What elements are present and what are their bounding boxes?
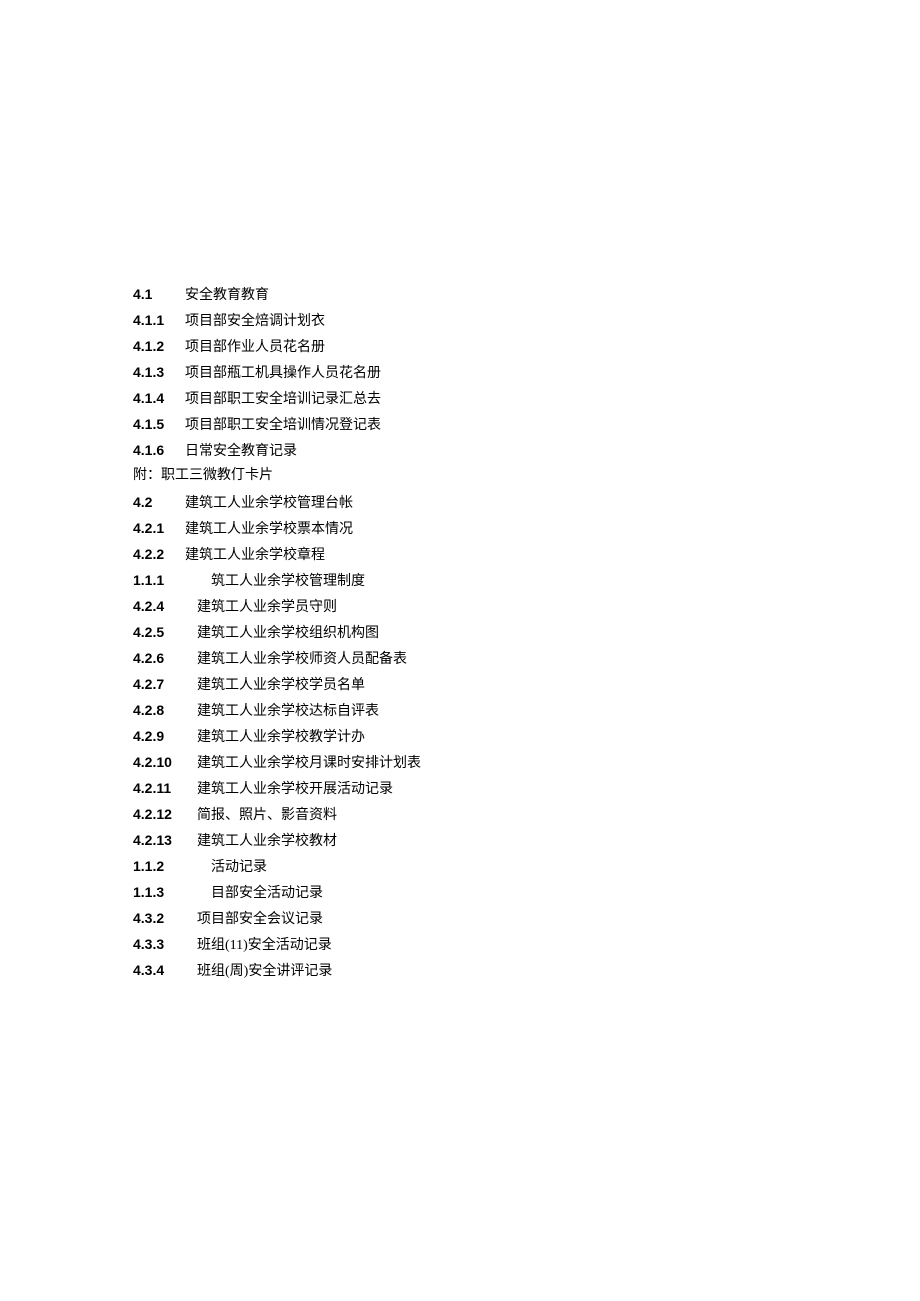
toc-title: 安全教育教育 <box>185 283 269 309</box>
toc-title: 活动记录 <box>197 855 267 881</box>
toc-entry: 4.2.9建筑工人业余学校教学计办 <box>133 723 920 749</box>
toc-entry: 4.1.4项目部职工安全培训记录汇总去 <box>133 385 920 411</box>
toc-entry: 4.2.7建筑工人业余学校学员名单 <box>133 671 920 697</box>
toc-title: 建筑工人业余学校月课时安排计划表 <box>197 751 421 777</box>
toc-title: 简报、照片、影音资料 <box>197 803 337 829</box>
toc-entry: 4.3.4班组(周)安全讲评记录 <box>133 957 920 983</box>
toc-number: 1.1.2 <box>133 853 197 879</box>
toc-entry: 4.3.3班组(11)安全活动记录 <box>133 931 920 957</box>
toc-number: 4.2.11 <box>133 775 197 801</box>
toc-number: 4.2.1 <box>133 515 185 541</box>
toc-title: 项目部职工安全培训情况登记表 <box>185 413 381 439</box>
toc-title: 建筑工人业余学校开展活动记录 <box>197 777 393 803</box>
toc-number: 4.2 <box>133 489 185 515</box>
toc-entry: 4.2建筑工人业余学校管理台帐 <box>133 489 920 515</box>
toc-number: 4.2.8 <box>133 697 197 723</box>
toc-number: 4.1.5 <box>133 411 185 437</box>
toc-entry: 4.1.1项目部安全焙调计划衣 <box>133 307 920 333</box>
toc-title: 目部安全活动记录 <box>197 881 323 907</box>
toc-entry: 4.2.13建筑工人业余学校教材 <box>133 827 920 853</box>
toc-title: 项目部瓶工机具操作人员花名册 <box>185 361 381 387</box>
toc-number: 4.1.2 <box>133 333 185 359</box>
toc-number: 4.2.2 <box>133 541 185 567</box>
toc-title: 建筑工人业余学校达标自评表 <box>197 699 379 725</box>
toc-entry: 4.1.5项目部职工安全培训情况登记表 <box>133 411 920 437</box>
toc-entry: 4.1.2项目部作业人员花名册 <box>133 333 920 359</box>
toc-entry: 1.1.3目部安全活动记录 <box>133 879 920 905</box>
toc-number: 4.1.4 <box>133 385 185 411</box>
toc-title: 日常安全教育记录 <box>185 439 297 465</box>
toc-title: 项目部安全会议记录 <box>197 907 323 933</box>
toc-number: 4.2.6 <box>133 645 197 671</box>
toc-number: 4.2.5 <box>133 619 197 645</box>
toc-title: 建筑工人业余学校学员名单 <box>197 673 365 699</box>
toc-title: 建筑工人业余学校章程 <box>185 543 325 569</box>
toc-title: 班组(11)安全活动记录 <box>197 933 332 959</box>
toc-number: 4.2.4 <box>133 593 197 619</box>
toc-title: 筑工人业余学校管理制度 <box>197 569 365 595</box>
toc-number: 4.1.6 <box>133 437 185 463</box>
toc-number: 4.3.3 <box>133 931 197 957</box>
toc-number: 4.2.7 <box>133 671 197 697</box>
toc-entry: 4.1安全教育教育 <box>133 281 920 307</box>
toc-attachment-text: 附：职工三微教仃卡片 <box>133 468 273 483</box>
toc-title: 建筑工人业余学员守则 <box>197 595 337 621</box>
toc-entry: 4.2.4建筑工人业余学员守则 <box>133 593 920 619</box>
toc-title: 建筑工人业余学校票本情况 <box>185 517 353 543</box>
toc-number: 4.1.1 <box>133 307 185 333</box>
toc-number: 4.3.2 <box>133 905 197 931</box>
toc-number: 4.2.10 <box>133 749 197 775</box>
toc-entry: 4.1.3项目部瓶工机具操作人员花名册 <box>133 359 920 385</box>
toc-number: 4.2.13 <box>133 827 197 853</box>
toc-entry: 1.1.1筑工人业余学校管理制度 <box>133 567 920 593</box>
toc-entry: 4.2.2建筑工人业余学校章程 <box>133 541 920 567</box>
toc-number: 4.1.3 <box>133 359 185 385</box>
toc-entry: 4.2.6建筑工人业余学校师资人员配备表 <box>133 645 920 671</box>
toc-number: 1.1.3 <box>133 879 197 905</box>
toc-entry: 4.2.12简报、照片、影音资料 <box>133 801 920 827</box>
toc-title: 建筑工人业余学校教材 <box>197 829 337 855</box>
toc-entry: 4.2.5建筑工人业余学校组织机构图 <box>133 619 920 645</box>
toc-title: 项目部作业人员花名册 <box>185 335 325 361</box>
toc-number: 4.2.12 <box>133 801 197 827</box>
toc-title: 班组(周)安全讲评记录 <box>197 959 332 985</box>
toc-entry: 4.2.10建筑工人业余学校月课时安排计划表 <box>133 749 920 775</box>
toc-number: 1.1.1 <box>133 567 197 593</box>
toc-attachment-note: 附：职工三微教仃卡片 <box>133 463 920 489</box>
table-of-contents: 4.1安全教育教育4.1.1项目部安全焙调计划衣4.1.2项目部作业人员花名册4… <box>133 281 920 983</box>
toc-title: 项目部安全焙调计划衣 <box>185 309 325 335</box>
toc-entry: 4.1.6日常安全教育记录 <box>133 437 920 463</box>
toc-number: 4.1 <box>133 281 185 307</box>
toc-title: 建筑工人业余学校组织机构图 <box>197 621 379 647</box>
toc-entry: 4.2.1建筑工人业余学校票本情况 <box>133 515 920 541</box>
toc-entry: 4.2.11建筑工人业余学校开展活动记录 <box>133 775 920 801</box>
toc-title: 建筑工人业余学校管理台帐 <box>185 491 353 517</box>
toc-number: 4.2.9 <box>133 723 197 749</box>
toc-entry: 1.1.2活动记录 <box>133 853 920 879</box>
toc-title: 建筑工人业余学校师资人员配备表 <box>197 647 407 673</box>
toc-title: 项目部职工安全培训记录汇总去 <box>185 387 381 413</box>
toc-entry: 4.2.8建筑工人业余学校达标自评表 <box>133 697 920 723</box>
toc-entry: 4.3.2项目部安全会议记录 <box>133 905 920 931</box>
toc-number: 4.3.4 <box>133 957 197 983</box>
toc-title: 建筑工人业余学校教学计办 <box>197 725 365 751</box>
